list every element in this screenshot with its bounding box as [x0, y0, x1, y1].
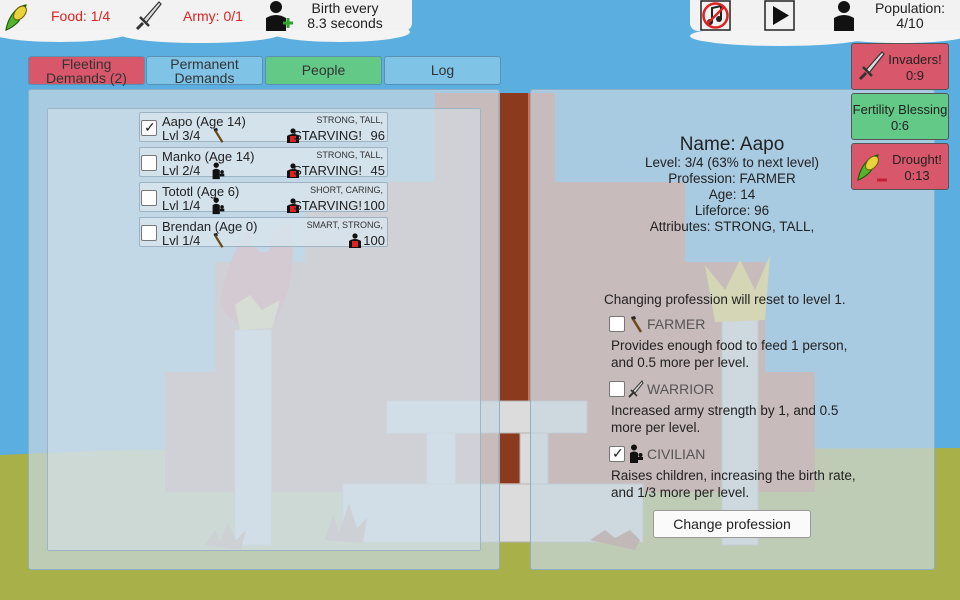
farmer-option-label: FARMER [647, 316, 706, 332]
tab-fleeting-demands[interactable]: Fleeting Demands (2) [28, 56, 145, 85]
tab-label-line2: Demands (2) [46, 70, 127, 86]
civilian-option-description: Raises children, increasing the birth ra… [611, 468, 856, 500]
army-counter: Army: 0/1 [183, 8, 243, 24]
person-attributes: STRONG, TALL, [316, 150, 383, 160]
civilian-option-label: CIVILIAN [647, 446, 706, 462]
person-row[interactable]: ✓ Aapo (Age 14) STRONG, TALL, Lvl 3/4 STARVI… [139, 112, 388, 143]
person-lifeforce: 96 [370, 128, 385, 143]
detail-attributes: Attributes: STRONG, TALL, [649, 219, 815, 234]
tab-permanent-demands[interactable]: Permanent Demands [146, 56, 263, 85]
corn-minus-icon [857, 154, 887, 182]
person-level-text: Lvl 1/4 [162, 233, 201, 248]
sword-icon [135, 1, 162, 31]
checkmark-icon: ✓ [612, 445, 624, 461]
hammer-icon [213, 127, 224, 143]
event-title: Drought! [892, 152, 942, 167]
farmer-checkbox[interactable] [609, 316, 625, 332]
music-muted-icon[interactable] [700, 0, 731, 31]
warrior-option-description: Increased army strength by 1, and 0.5 mo… [611, 403, 839, 435]
population-value: 4/10 [896, 15, 924, 31]
event-timer: 0:6 [890, 118, 910, 133]
baby-carrier-icon [630, 444, 643, 463]
event-card-invaders[interactable]: Invaders! 0:9 [851, 43, 949, 90]
person-lifeforce: 100 [363, 198, 385, 213]
population-icon [834, 1, 854, 31]
person-lifeforce: 45 [370, 163, 385, 178]
reset-note: Changing profession will reset to level … [604, 292, 846, 307]
tab-log[interactable]: Log [384, 56, 501, 85]
person-level-text: Lvl 3/4 [162, 128, 201, 143]
person-status: STARVING! [293, 163, 362, 178]
population-label: Population: [874, 0, 946, 16]
person-status: STARVING! [293, 198, 362, 213]
person-attributes: STRONG, TALL, [316, 115, 383, 125]
detail-lifeforce: Lifeforce: 96 [694, 203, 770, 218]
person-row[interactable]: Tototl (Age 6) SHORT, CARING, Lvl 1/4 STARV… [139, 182, 388, 215]
event-timer: 0:13 [904, 168, 930, 183]
person-select-checkbox[interactable]: ✓ [141, 119, 157, 136]
event-title: Fertility Blessing [852, 102, 948, 117]
person-name: Aapo (Age 14) [162, 114, 246, 129]
farmer-option-description: Provides enough food to feed 1 person, a… [611, 338, 848, 370]
person-row[interactable]: Brendan (Age 0) SMART, STRONG, Lvl 1/4 100 [139, 217, 388, 248]
sword-icon [628, 380, 644, 398]
tab-label-line1: Permanent [170, 56, 239, 72]
person-attributes: SHORT, CARING, [310, 185, 383, 195]
person-name: Manko (Age 14) [162, 149, 255, 164]
person-row[interactable]: Manko (Age 14) STRONG, TALL, Lvl 2/4 STARVI… [139, 147, 388, 180]
event-title: Invaders! [888, 52, 942, 67]
food-counter: Food: 1/4 [51, 8, 111, 24]
person-name: Tototl (Age 6) [162, 184, 240, 199]
warrior-option-label: WARRIOR [647, 381, 715, 397]
person-select-checkbox[interactable] [141, 225, 157, 241]
event-card-fertility-blessing[interactable]: Fertility Blessing 0:6 [851, 93, 949, 140]
tab-label-line2: Demands [174, 70, 235, 86]
person-level: Lvl 1/4 [162, 233, 200, 248]
tab-label-line1: Fleeting [61, 56, 112, 72]
person-level: Lvl 1/4 [162, 198, 200, 213]
top-bar: Food: 1/4 Army: 0/1 Birth every 8.3 seco… [0, 0, 960, 34]
person-select-checkbox[interactable] [141, 190, 157, 206]
play-icon[interactable] [764, 0, 795, 31]
event-timer: 0:9 [905, 68, 925, 83]
event-card-drought[interactable]: Drought! 0:13 [851, 143, 949, 190]
add-person-icon [266, 1, 293, 31]
baby-carrier-icon [212, 197, 225, 215]
person-level: Lvl 2/4 [162, 163, 200, 178]
hammer-icon [213, 232, 224, 248]
baby-carrier-icon [212, 162, 225, 180]
person-level-text: Lvl 2/4 [162, 163, 201, 178]
birth-rate-line1: Birth every [311, 0, 379, 16]
tab-people[interactable]: People [265, 56, 382, 85]
person-level: Lvl 3/4 [162, 128, 200, 143]
person-lifeforce: 100 [363, 233, 385, 248]
person-status: STARVING! [293, 128, 362, 143]
person-select-checkbox[interactable] [141, 155, 157, 171]
person-level-text: Lvl 1/4 [162, 198, 201, 213]
change-profession-button[interactable]: Change profession [653, 510, 811, 538]
person-hunger-icon [349, 233, 361, 248]
corn-icon [5, 4, 27, 31]
checkmark-icon: ✓ [144, 119, 156, 135]
hammer-icon [631, 316, 643, 333]
person-attributes: SMART, STRONG, [306, 220, 383, 230]
civilian-checkbox[interactable]: ✓ [609, 445, 625, 462]
birth-rate-line2: 8.3 seconds [307, 15, 383, 31]
warrior-checkbox[interactable] [609, 381, 625, 397]
